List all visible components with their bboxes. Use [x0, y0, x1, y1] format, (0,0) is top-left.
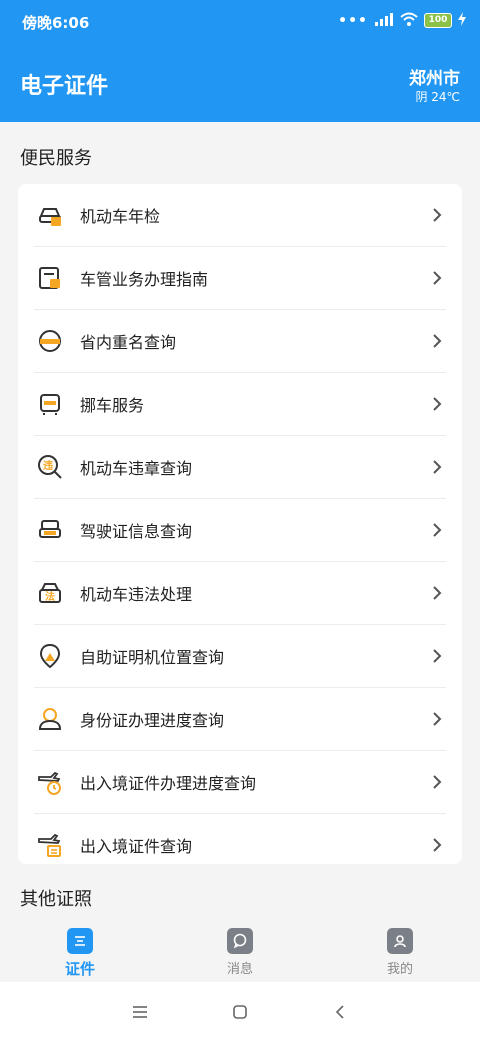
section-title-other: 其他证照: [20, 889, 92, 910]
service-row-violation-handling[interactable]: 法 机动车违法处理: [34, 562, 446, 625]
service-row-car-inspection[interactable]: 机动车年检: [34, 184, 446, 247]
documents-icon: [67, 928, 93, 954]
battery-icon: 100: [424, 13, 452, 28]
name-search-icon: [36, 327, 64, 355]
service-label: 机动车违章查询: [80, 459, 193, 478]
weather-text: 阴 24℃: [415, 90, 460, 104]
page-title: 电子证件: [20, 74, 109, 99]
service-row-move-car[interactable]: 挪车服务: [34, 373, 446, 436]
bottom-tab-bar: 证件 消息 我的: [0, 918, 480, 982]
profile-icon: [387, 928, 413, 954]
service-label: 机动车违法处理: [80, 585, 193, 604]
service-label: 出入境证件查询: [80, 837, 193, 856]
menu-icon[interactable]: [130, 1002, 150, 1022]
message-icon: [227, 928, 253, 954]
signal-icon: [374, 12, 394, 29]
service-label: 车管业务办理指南: [80, 270, 209, 289]
tab-label: 消息: [226, 962, 253, 977]
service-row-violation-search[interactable]: 违 机动车违章查询: [34, 436, 446, 499]
tab-messages[interactable]: 消息: [200, 918, 280, 977]
chevron-right-icon: [430, 271, 444, 285]
back-icon[interactable]: [330, 1002, 350, 1022]
charging-icon: [458, 12, 466, 29]
chevron-right-icon: [430, 397, 444, 411]
status-time: 傍晚6:06: [22, 14, 90, 32]
chevron-right-icon: [430, 208, 444, 222]
id-card-person-icon: [36, 705, 64, 733]
chevron-right-icon: [430, 775, 444, 789]
service-label: 自助证明机位置查询: [80, 648, 225, 667]
status-bar: 傍晚6:06 ••• 100: [0, 0, 480, 44]
service-row-id-progress[interactable]: 身份证办理进度查询: [34, 688, 446, 751]
plane-progress-icon: [36, 768, 64, 796]
svg-text:法: 法: [45, 590, 55, 603]
service-label: 省内重名查询: [80, 333, 177, 352]
car-inspection-icon: [36, 201, 64, 229]
service-row-driver-license[interactable]: 驾驶证信息查询: [34, 499, 446, 562]
chevron-right-icon: [430, 334, 444, 348]
driver-license-icon: [36, 516, 64, 544]
tab-documents[interactable]: 证件: [40, 918, 120, 979]
chevron-right-icon: [430, 712, 444, 726]
chevron-right-icon: [430, 649, 444, 663]
violation-handling-icon: 法: [36, 579, 64, 607]
chevron-right-icon: [430, 586, 444, 600]
more-dots-icon: •••: [338, 12, 368, 29]
tab-profile[interactable]: 我的: [360, 918, 440, 977]
service-label: 身份证办理进度查询: [80, 711, 225, 730]
move-car-icon: [36, 390, 64, 418]
city-selector[interactable]: 郑州市: [409, 64, 460, 89]
service-label: 挪车服务: [80, 396, 145, 415]
chevron-right-icon: [430, 460, 444, 474]
service-label: 机动车年检: [80, 207, 161, 226]
location-pin-icon: [36, 642, 64, 670]
chevron-right-icon: [430, 838, 444, 852]
chevron-right-icon: [430, 523, 444, 537]
wifi-icon: [400, 12, 418, 29]
home-icon[interactable]: [230, 1002, 250, 1022]
app-header: 傍晚6:06 ••• 100 电子证件 郑州市 阴 24℃: [0, 0, 480, 122]
tab-label: 我的: [386, 962, 413, 977]
guide-document-icon: [36, 264, 64, 292]
service-label: 驾驶证信息查询: [80, 522, 193, 541]
section-title-convenience: 便民服务: [20, 148, 92, 169]
service-row-location[interactable]: 自助证明机位置查询: [34, 625, 446, 688]
service-row-exit-entry-progress[interactable]: 出入境证件办理进度查询: [34, 751, 446, 814]
system-nav-bar: [0, 982, 480, 1041]
svg-text:违: 违: [43, 459, 53, 472]
violation-search-icon: 违: [36, 453, 64, 481]
service-row-name-search[interactable]: 省内重名查询: [34, 310, 446, 373]
status-icons: ••• 100: [338, 12, 466, 29]
services-card: 机动车年检 车管业务办理指南 省内重名查询 挪车服务 违 机动车违章查询 驾驶证…: [18, 184, 462, 864]
plane-document-icon: [36, 831, 64, 859]
service-row-guide[interactable]: 车管业务办理指南: [34, 247, 446, 310]
service-row-exit-entry-search[interactable]: 出入境证件查询: [34, 814, 446, 876]
service-label: 出入境证件办理进度查询: [80, 774, 257, 793]
tab-label: 证件: [64, 960, 95, 978]
